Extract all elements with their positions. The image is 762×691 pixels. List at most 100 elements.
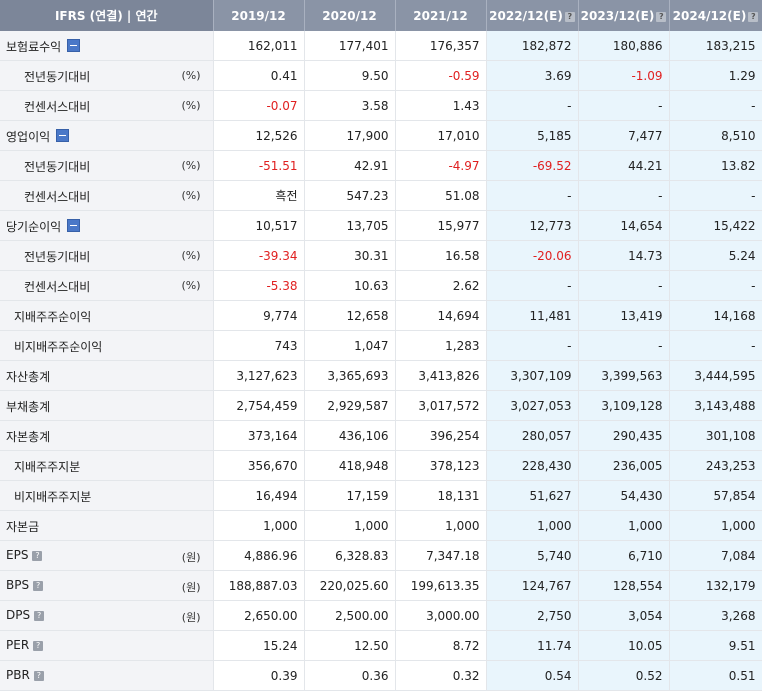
row-header: 영업이익 [0,120,214,151]
value-cell: 3,143,488 [669,390,762,421]
row-label-wrap: 컨센서스대비 [24,188,90,205]
period-label: 2022/12(E) [489,8,563,23]
row-header: PER? [0,630,214,661]
row-header: 자산총계 [0,360,214,391]
value-cell: 128,554 [578,570,670,601]
unit-label: (원) [181,551,201,564]
table-row: 컨센서스대비 (%) 흑전 547.23 51.08- - - [0,180,762,211]
value-cell: 3,127,623 [213,360,305,391]
table-row: EPS? (원) 4,886.96 6,328.83 7,347.18 5,740 6,71… [0,540,762,571]
value-cell: 54,430 [578,480,670,511]
collapse-icon[interactable] [56,129,70,142]
value-cell: 3,365,693 [304,360,396,391]
unit-label: (원) [181,581,201,594]
value-cell: 124,767 [486,570,579,601]
value-cell: 7,477 [578,120,670,151]
value-cell: - [669,270,762,301]
row-label-wrap: 컨센서스대비 [24,278,90,295]
help-icon[interactable]: ? [32,551,43,561]
row-label-wrap: 보험료수익 [6,38,81,55]
value-cell: 9.51 [669,630,762,661]
table-row: 비지배주주지분 16,494 17,159 18,131 51,627 54,430 57,… [0,480,762,511]
value-cell: 1,000 [669,510,762,541]
value-cell: - [669,330,762,361]
row-header: 지배주주지분 [0,450,214,481]
value-cell: 5,185 [486,120,579,151]
table-row: 지배주주지분 356,670 418,948 378,123 228,430 236,00… [0,450,762,481]
period-label: 2019/12 [231,8,286,23]
row-label-wrap: PBR? [6,668,44,682]
row-header: 컨센서스대비 (%) [0,90,214,121]
unit-label: (%) [181,159,201,172]
value-cell: 220,025.60 [304,570,396,601]
value-cell: - [486,270,579,301]
period-header: 2023/12(E)? [578,0,670,31]
help-icon[interactable]: ? [33,581,44,591]
help-icon[interactable]: ? [34,611,45,621]
table-row: PER? 15.24 12.50 8.72 11.74 10.05 9.51 [0,630,762,661]
value-cell: 3,268 [669,600,762,631]
row-label: 영업이익 [6,130,51,144]
value-cell: 2,750 [486,600,579,631]
table-row: PBR? 0.39 0.36 0.32 0.54 0.52 0.51 [0,660,762,691]
row-header: EPS? (원) [0,540,214,571]
row-label-wrap: 전년동기대비 [24,158,90,175]
value-cell: 5.24 [669,240,762,271]
collapse-icon[interactable] [67,39,81,52]
value-cell: 3,000.00 [395,600,487,631]
help-icon[interactable]: ? [33,641,44,651]
value-cell: 290,435 [578,420,670,451]
row-label: 전년동기대비 [24,250,91,264]
value-cell: 280,057 [486,420,579,451]
value-cell: 1,000 [304,510,396,541]
row-header: BPS? (원) [0,570,214,601]
row-label: PER [6,638,30,652]
period-label: 2021/12 [413,8,468,23]
value-cell: 378,123 [395,450,487,481]
row-label: BPS [6,578,30,592]
value-cell: 7,347.18 [395,540,487,571]
collapse-icon[interactable] [67,219,81,232]
period-label: 2024/12(E) [672,8,747,23]
value-cell: 17,900 [304,120,396,151]
value-cell: 356,670 [213,450,305,481]
row-label: 자본금 [6,520,40,534]
table-row: DPS? (원) 2,650.00 2,500.00 3,000.00 2,750 3,05… [0,600,762,631]
value-cell: 15,977 [395,210,487,241]
value-cell: 2,754,459 [213,390,305,421]
row-label: 컨센서스대비 [24,280,91,294]
row-label: 지배주주순이익 [14,310,92,324]
value-cell: 0.54 [486,660,579,691]
value-cell: 11.74 [486,630,579,661]
row-label: 비지배주주순이익 [14,340,103,354]
value-cell: 2.62 [395,270,487,301]
value-cell: 743 [213,330,305,361]
value-cell: 2,929,587 [304,390,396,421]
table-row: 컨센서스대비 (%) -5.38 10.63 2.62- - - [0,270,762,301]
row-label: 보험료수익 [6,40,62,54]
row-header: 컨센서스대비 (%) [0,180,214,211]
value-cell: 3,017,572 [395,390,487,421]
value-cell: 14,694 [395,300,487,331]
table-row: 비지배주주순이익 743 1,047 1,283- - - [0,330,762,361]
value-cell: 16,494 [213,480,305,511]
help-icon[interactable]: ? [33,671,44,681]
help-icon[interactable]: ? [564,11,575,22]
value-cell: 17,159 [304,480,396,511]
value-cell: 3.58 [304,90,396,121]
row-label: 부채총계 [6,400,51,414]
value-cell: 436,106 [304,420,396,451]
value-cell: - [578,180,670,211]
row-label: 자산총계 [6,370,51,384]
value-cell: -20.06 [486,240,579,271]
value-cell: 3,054 [578,600,670,631]
table-row: 보험료수익 162,011 177,401 176,357 182,872 180,886… [0,31,762,61]
value-cell: 418,948 [304,450,396,481]
table-row: 당기순이익 10,517 13,705 15,977 12,773 14,654 15,42… [0,210,762,241]
help-icon[interactable]: ? [748,11,759,22]
help-icon[interactable]: ? [656,11,667,22]
row-label: 전년동기대비 [24,160,91,174]
row-label-wrap: 영업이익 [6,128,70,145]
value-cell: 11,481 [486,300,579,331]
value-cell: 177,401 [304,31,396,61]
